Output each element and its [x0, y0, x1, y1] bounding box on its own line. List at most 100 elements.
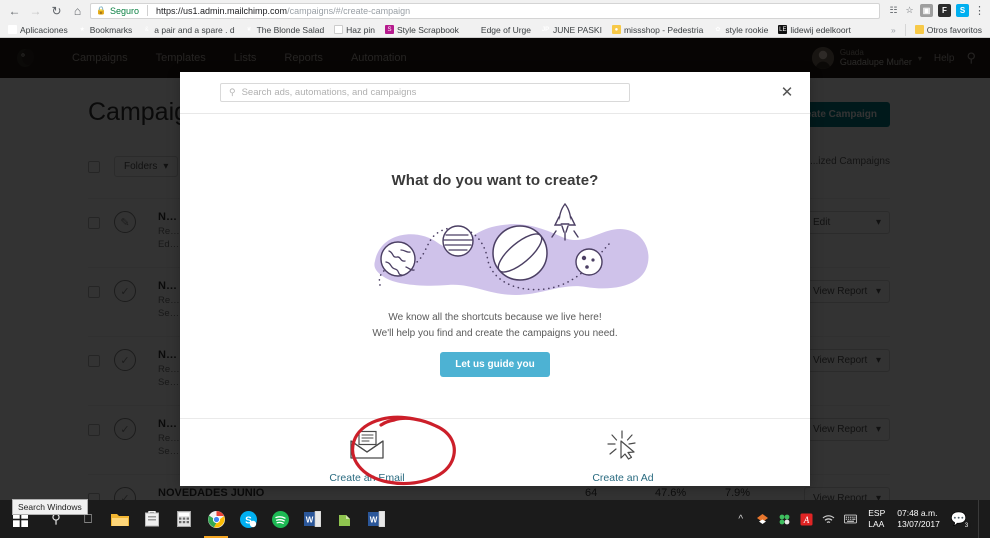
- envelope-icon: [348, 430, 386, 465]
- bookmark-bookmarks[interactable]: ★ Bookmarks: [74, 22, 137, 37]
- bookmark-other-favorites[interactable]: Otros favoritos: [911, 22, 986, 37]
- spotify-icon[interactable]: [264, 500, 296, 538]
- create-an-ad-option[interactable]: Create an Ad: [558, 430, 688, 484]
- url-text: https://us1.admin.mailchimp.com/campaign…: [156, 6, 410, 16]
- chrome-icon[interactable]: [200, 500, 232, 538]
- kebab-menu-icon[interactable]: ⋮: [974, 5, 985, 16]
- le-favicon: LE: [778, 25, 788, 34]
- svg-text:A: A: [803, 515, 810, 525]
- create-an-email-label: Create an Email: [329, 472, 405, 484]
- create-campaign-modal: ⚲ ✕ What do you want to create?: [180, 72, 810, 486]
- divider: [904, 23, 906, 36]
- bookmark-haz-pin[interactable]: □ Haz pin: [330, 22, 379, 37]
- jp-favicon: JP: [541, 26, 550, 33]
- yellow-circle-icon: ●: [611, 25, 621, 34]
- ampersand-icon: &: [144, 26, 149, 33]
- taskbar-tooltip: Search Windows: [12, 499, 88, 515]
- extension-grey-icon[interactable]: ▣: [920, 4, 933, 17]
- home-icon[interactable]: ⌂: [69, 2, 86, 19]
- secure-label: Seguro: [109, 5, 139, 16]
- folder-icon: [914, 25, 924, 34]
- bookmark-label: lidewij edelkoort: [790, 24, 851, 35]
- flower-icon: ✿: [715, 27, 721, 33]
- overflow-label: »: [890, 24, 896, 35]
- search-icon: ⚲: [229, 87, 236, 97]
- locale-line1: ESP: [868, 507, 886, 518]
- show-hidden-icons-chevron-icon[interactable]: ^: [734, 513, 747, 526]
- create-an-ad-label: Create an Ad: [592, 472, 654, 484]
- bookmark-label: Bookmarks: [89, 24, 133, 35]
- file-explorer-icon[interactable]: [104, 500, 136, 538]
- show-desktop-button[interactable]: [978, 500, 984, 538]
- windows-taskbar: ⚲ ⎕ S W W ^ A ESP 07:48 a.m. LAA 13/07/2…: [0, 500, 990, 538]
- word-icon[interactable]: W: [296, 500, 328, 538]
- keyboard-icon[interactable]: [844, 513, 858, 526]
- bookmark-june-paski[interactable]: JP JUNE PASKI: [537, 22, 606, 37]
- translate-icon[interactable]: ☷: [888, 5, 899, 16]
- modal-body: What do you want to create? We know all …: [180, 114, 810, 419]
- svg-text:W: W: [369, 516, 377, 525]
- bookmark-label: missshop - Pedestria: [623, 24, 704, 35]
- store-icon[interactable]: [136, 500, 168, 538]
- clock-date: 13/07/2017: [897, 519, 940, 529]
- system-tray: ^ A ESP 07:48 a.m. LAA 13/07/2017 💬 3: [734, 500, 990, 538]
- notifications-icon[interactable]: 💬 3: [951, 511, 971, 530]
- bookmark-edge-of-urge[interactable]: Edge of Urge: [465, 22, 535, 37]
- space-planets-rocket-illustration: [180, 199, 810, 304]
- bookmark-style-rookie[interactable]: ✿ style rookie: [709, 22, 772, 37]
- word-icon[interactable]: W: [360, 500, 392, 538]
- adobe-reader-icon[interactable]: A: [800, 513, 813, 526]
- bookmark-lidewij-edelkoort[interactable]: LE lidewij edelkoort: [774, 22, 854, 37]
- plain-favicon: [469, 25, 478, 34]
- bookmark-aplicaciones[interactable]: ▦ Aplicaciones: [4, 22, 72, 37]
- evernote-icon[interactable]: [328, 500, 360, 538]
- bookmark-label: Otros favoritos: [926, 24, 982, 35]
- bookmark-label: style rookie: [725, 24, 769, 35]
- bookmark-label: Haz pin: [346, 24, 375, 35]
- star-icon[interactable]: ☆: [904, 5, 915, 16]
- bookmark-style-scrapbook[interactable]: S Style Scrapbook: [381, 22, 463, 37]
- omnibox-row: ← → ↻ ⌂ 🔒 Seguro https://us1.admin.mailc…: [0, 0, 990, 21]
- screen: ← → ↻ ⌂ 🔒 Seguro https://us1.admin.mailc…: [0, 0, 990, 538]
- bookmark-a-pair-and-a-spare[interactable]: & a pair and a spare . d: [138, 22, 238, 37]
- extension-dark-icon[interactable]: F: [938, 4, 951, 17]
- back-arrow-icon[interactable]: ←: [6, 2, 23, 19]
- bookmark-missshop[interactable]: ● missshop - Pedestria: [608, 22, 707, 37]
- omnibox-actions: ☷ ☆ ▣ F S ⋮: [884, 4, 985, 17]
- close-icon[interactable]: ✕: [778, 84, 796, 102]
- bookmarks-overflow-button[interactable]: »: [887, 22, 900, 37]
- browser-chrome: ← → ↻ ⌂ 🔒 Seguro https://us1.admin.mailc…: [0, 0, 990, 38]
- pale-favicon: ❦: [246, 27, 252, 33]
- skype-icon[interactable]: S: [232, 500, 264, 538]
- url-path: /campaigns/#/create-campaign: [287, 5, 411, 16]
- modal-footer: Create an Email Create an Ad: [180, 415, 810, 486]
- bookmark-label: JUNE PASKI: [553, 24, 602, 35]
- svg-text:W: W: [305, 516, 313, 525]
- antivirus-icon[interactable]: [778, 513, 791, 526]
- star-icon: ★: [79, 27, 85, 33]
- url-origin: https://us1.admin.mailchimp.com: [156, 5, 288, 16]
- bookmark-label: Edge of Urge: [480, 24, 531, 35]
- modal-search-box[interactable]: ⚲: [220, 83, 630, 102]
- lock-icon: 🔒: [96, 5, 106, 15]
- apps-grid-icon: ▦: [8, 25, 17, 34]
- create-an-email-option[interactable]: Create an Email: [302, 430, 432, 484]
- bookmark-the-blonde-salad[interactable]: ❦ The Blonde Salad: [241, 22, 329, 37]
- divider: [147, 5, 148, 16]
- extension-skype-icon[interactable]: S: [956, 4, 969, 17]
- modal-subtext-line2: We'll help you find and create the campa…: [372, 327, 618, 339]
- bookmark-label: The Blonde Salad: [256, 24, 325, 35]
- locale-line2: LAA: [868, 519, 885, 529]
- wifi-icon[interactable]: [822, 513, 835, 526]
- bookmark-label: a pair and a spare . d: [154, 24, 235, 35]
- reload-icon[interactable]: ↻: [48, 2, 65, 19]
- let-us-guide-you-button[interactable]: Let us guide you: [440, 352, 550, 377]
- calculator-icon[interactable]: [168, 500, 200, 538]
- search-input[interactable]: [241, 87, 621, 98]
- forward-arrow-icon[interactable]: →: [27, 2, 44, 19]
- document-icon: □: [334, 25, 344, 34]
- clock-time: 07:48 a.m.: [897, 507, 938, 518]
- dropbox-icon[interactable]: [756, 513, 769, 526]
- address-bar[interactable]: 🔒 Seguro https://us1.admin.mailchimp.com…: [90, 2, 880, 19]
- clock-and-locale[interactable]: ESP 07:48 a.m. LAA 13/07/2017: [866, 508, 942, 531]
